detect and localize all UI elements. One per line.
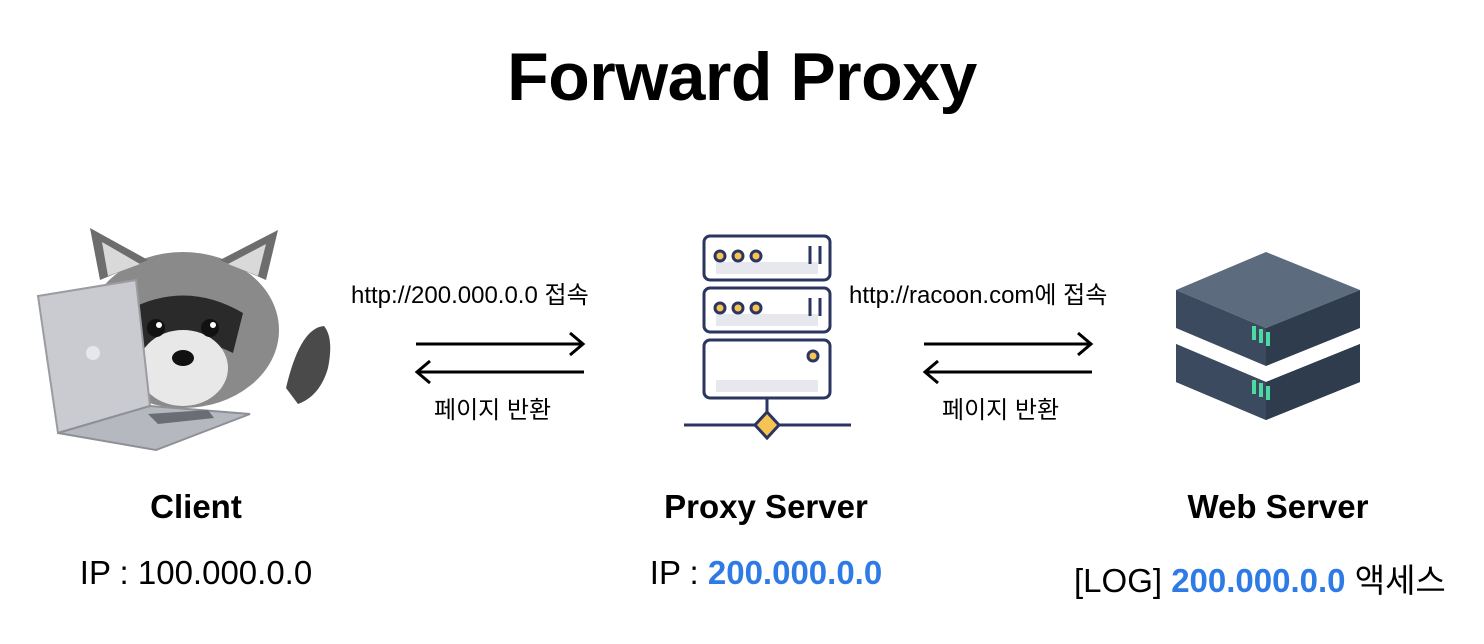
request-arrow-right-icon — [410, 328, 590, 384]
proxy-server-rack-icon — [680, 232, 855, 442]
proxy-to-client-response-label: 페이지 반환 — [434, 397, 552, 424]
proxy-node-name: Proxy Server — [664, 488, 868, 525]
client-ip-prefix: IP : — [79, 554, 138, 591]
web-log-ip-value: 200.000.0.0 — [1171, 562, 1346, 599]
proxy-ip-text: IP : 200.000.0.0 — [590, 554, 942, 592]
response-arrow-left-icon — [918, 328, 1098, 384]
client-ip-value: 100.000.0.0 — [137, 554, 313, 591]
web-node-name: Web Server — [1187, 488, 1369, 525]
web-server-stack-icon — [1170, 240, 1370, 430]
client-ip-text: IP : 100.000.0.0 — [20, 554, 372, 592]
proxy-to-web-request-label: http://racoon.com에 접속 — [849, 282, 1108, 309]
client-node-name: Client — [150, 488, 242, 525]
proxy-ip-value: 200.000.0.0 — [707, 554, 883, 591]
client-to-proxy-request-label: http://200.000.0.0 접속 — [351, 282, 589, 309]
web-log-suffix: 액세스 — [1345, 562, 1446, 599]
diagram-title: Forward Proxy — [507, 39, 977, 115]
raccoon-laptop-icon — [28, 218, 338, 453]
web-to-proxy-response-label: 페이지 반환 — [942, 397, 1060, 424]
proxy-ip-prefix: IP : — [649, 554, 708, 591]
web-log-text: [LOG] 200.000.0.0 액세스 — [1074, 554, 1446, 602]
web-log-prefix: [LOG] — [1074, 562, 1172, 599]
